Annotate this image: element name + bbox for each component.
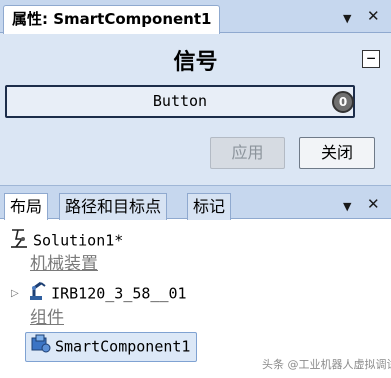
- tree-item-robot[interactable]: ▷ IRB120_3_58__01: [11, 280, 187, 308]
- solution-icon: [8, 227, 30, 255]
- tree-item-smart-component-label: SmartComponent1: [55, 337, 191, 356]
- tree-item-robot-label: IRB120_3_58__01: [51, 284, 187, 303]
- tab-layout[interactable]: 布局: [4, 193, 49, 220]
- signal-button[interactable]: Button 0: [5, 85, 355, 118]
- tab-paths-targets[interactable]: 路径和目标点: [59, 193, 168, 220]
- signal-state-indicator: 0: [332, 91, 354, 113]
- expand-arrow-icon[interactable]: ▷: [11, 283, 21, 305]
- close-button[interactable]: 关闭: [299, 137, 375, 169]
- apply-button[interactable]: 应用: [210, 137, 285, 169]
- smart-component-icon: [30, 334, 52, 360]
- tree-heading-components-label: 组件: [30, 308, 64, 328]
- watermark: 头条 @工业机器人虚拟调试: [262, 358, 391, 371]
- tree-heading-mechanisms-label: 机械装置: [30, 254, 98, 274]
- signal-button-label: Button: [152, 92, 208, 110]
- section-title: 信号: [173, 50, 218, 75]
- properties-panel: 属性: SmartComponent1 ▼ ✕ 信号 − Button 0 应用…: [0, 0, 391, 186]
- tree-item-solution[interactable]: Solution1*: [8, 227, 123, 255]
- collapse-button[interactable]: −: [362, 50, 380, 68]
- dropdown-icon[interactable]: ▼: [343, 11, 351, 26]
- dropdown-icon[interactable]: ▼: [343, 199, 351, 214]
- layout-panel: 布局 路径和目标点 标记 ▼ ✕ Solution1* 机械装置 ▷ IRB12…: [0, 186, 391, 378]
- close-icon[interactable]: ✕: [367, 197, 380, 212]
- layout-tabbar: 布局 路径和目标点 标记 ▼ ✕: [0, 186, 391, 220]
- close-icon[interactable]: ✕: [367, 9, 380, 24]
- robot-icon: [26, 280, 48, 308]
- tree-item-solution-label: Solution1*: [33, 231, 124, 250]
- properties-tab[interactable]: 属性: SmartComponent1: [3, 5, 221, 34]
- properties-tabbar: 属性: SmartComponent1 ▼ ✕: [0, 0, 391, 34]
- tab-tags[interactable]: 标记: [187, 193, 232, 220]
- tree-item-smart-component[interactable]: SmartComponent1: [25, 332, 198, 362]
- tree-heading-mechanisms: 机械装置: [30, 253, 98, 275]
- tree-heading-components: 组件: [30, 307, 64, 329]
